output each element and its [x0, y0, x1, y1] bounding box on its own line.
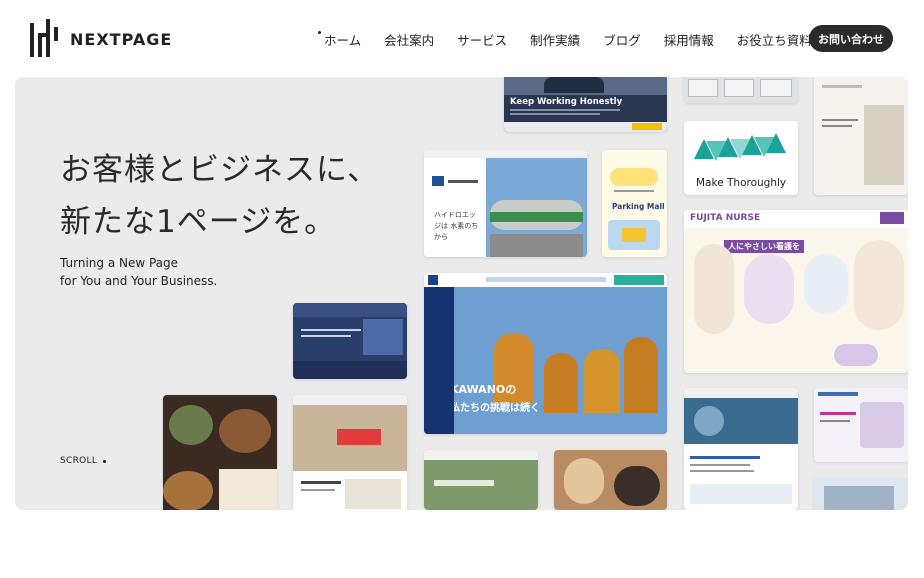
work-card-yokohama[interactable] — [293, 303, 407, 379]
make-thoroughly-label: Make Thoroughly — [696, 177, 787, 189]
triangle-pattern-icon — [694, 133, 786, 161]
work-card-parking-mall[interactable]: Parking Mall — [602, 150, 667, 257]
work-card-community[interactable] — [293, 395, 407, 510]
work-card-kawano[interactable]: KAWANOの 私たちの挑戦は続く — [424, 273, 667, 434]
work-card-hydro-edge[interactable]: ハイドロエッジは 水素のちから — [424, 150, 587, 257]
work-card-campus[interactable] — [424, 450, 538, 510]
hero-headline-line2: 新たな1ページを。 — [60, 204, 337, 240]
work-card-trucks[interactable] — [684, 77, 798, 103]
logo-mark-icon — [30, 19, 63, 57]
main-nav: ホーム 会社案内 サービス 制作実績 ブログ 採用情報 お役立ち資料 — [324, 30, 812, 49]
nav-works[interactable]: 制作実績 — [530, 30, 580, 49]
work-card-food[interactable] — [163, 395, 277, 510]
kawano-line2: 私たちの挑戦は続く — [450, 403, 540, 414]
logo-text: NEXTPAGE — [70, 30, 173, 49]
scroll-label: SCROLL — [60, 456, 98, 466]
scroll-indicator[interactable]: SCROLL — [60, 456, 107, 466]
nav-blog[interactable]: ブログ — [603, 30, 641, 49]
hero-headline: お客様とビジネスに、 新たな1ページを。 — [60, 144, 379, 248]
hero-section: お客様とビジネスに、 新たな1ページを。 Turning a New Page … — [15, 77, 908, 510]
work-card-clinic[interactable] — [814, 388, 908, 462]
nav-active-dot — [318, 31, 321, 34]
work-card-interior[interactable] — [814, 77, 908, 195]
nav-recruit[interactable]: 採用情報 — [664, 30, 714, 49]
hero-subline-line1: Turning a New Page — [60, 256, 179, 270]
nav-service[interactable]: サービス — [457, 30, 507, 49]
hero-headline-line1: お客様とビジネスに、 — [60, 152, 380, 188]
nav-company[interactable]: 会社案内 — [384, 30, 434, 49]
kawano-line1: KAWANOの — [450, 383, 517, 396]
fujita-tagline: 人にやさしい看護を — [724, 240, 804, 253]
work-card-komatsu[interactable]: Keep Working Honestly — [504, 77, 667, 132]
hero-subline-line2: for You and Your Business. — [60, 274, 218, 288]
scroll-dot-icon — [103, 459, 107, 463]
work-card-craft[interactable] — [554, 450, 667, 510]
hydro-text: ハイドロエッジは 水素のちから — [434, 211, 479, 241]
work-card-machinery[interactable] — [684, 388, 798, 510]
work-card-building[interactable] — [814, 478, 908, 510]
hero-subline: Turning a New Page for You and Your Busi… — [60, 254, 217, 290]
contact-button[interactable]: お問い合わせ — [809, 25, 893, 52]
nav-home[interactable]: ホーム — [324, 30, 361, 49]
work-card-make-thoroughly[interactable]: Make Thoroughly — [684, 121, 798, 195]
site-header: NEXTPAGE ホーム 会社案内 サービス 制作実績 ブログ 採用情報 お役立… — [0, 0, 924, 76]
site-logo[interactable]: NEXTPAGE — [30, 19, 172, 57]
nav-resources[interactable]: お役立ち資料 — [737, 30, 812, 49]
fujita-nurse-label: FUJITA NURSE — [690, 213, 761, 223]
parking-mall-label: Parking Mall — [612, 202, 665, 211]
komatsu-label: Keep Working Honestly — [510, 97, 623, 107]
work-card-fujita-nurse[interactable]: FUJITA NURSE 人にやさしい看護を — [684, 210, 908, 373]
